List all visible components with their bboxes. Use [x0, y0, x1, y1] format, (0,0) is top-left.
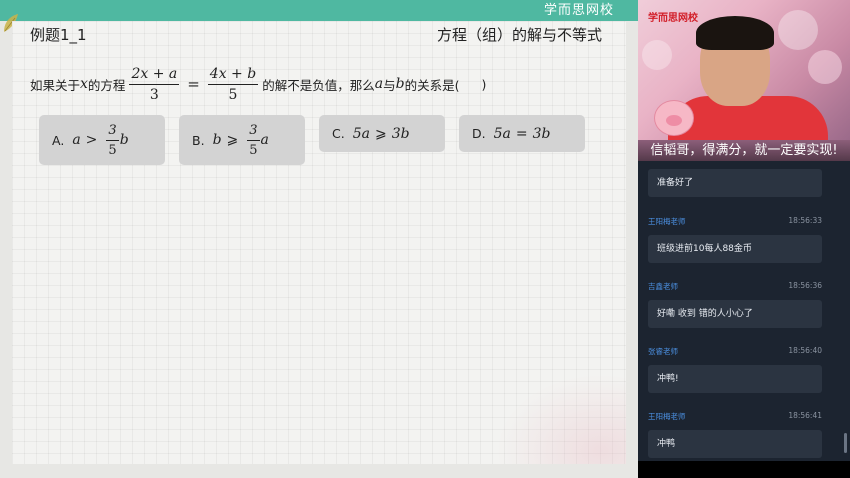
chat-timestamp: 18:56:33 [788, 216, 822, 225]
fraction-left-denominator: 3 [149, 86, 159, 103]
option-c-lhs: 5a [352, 125, 370, 142]
option-a-operator: > [85, 132, 98, 148]
chat-scrollbar[interactable] [844, 433, 847, 453]
option-a[interactable]: A. a > 3 5 b [39, 115, 165, 165]
option-b-denominator: 5 [249, 142, 258, 158]
option-a-denominator: 5 [108, 142, 117, 158]
chat-timestamp: 18:56:36 [788, 281, 822, 290]
chat-message-header: 王阳梅老师 18:56:33 [648, 216, 824, 230]
option-b-operator: ⩾ [226, 132, 239, 148]
chat-sender-name[interactable]: 吉鑫老师 [648, 282, 678, 291]
bottom-bar [638, 461, 850, 478]
teacher-hair [696, 16, 774, 50]
chat-sender-name[interactable]: 王阳梅老师 [648, 412, 686, 421]
option-b[interactable]: B. b ⩾ 3 5 a [179, 115, 305, 165]
chat-message-bubble: 冲鸭 [648, 430, 822, 458]
top-bar: 学而思网校 [0, 0, 638, 21]
video-bubble [642, 40, 672, 70]
chat-message-header: 吉鑫老师 18:56:36 [648, 281, 824, 295]
chat-sender-name[interactable]: 张睿老师 [648, 347, 678, 356]
option-b-label: B. [192, 132, 205, 148]
equals-sign: = [187, 75, 200, 93]
option-b-fraction: 3 5 [247, 123, 260, 158]
option-c-rhs: 3b [391, 125, 410, 142]
option-d-rhs: 3b [532, 125, 551, 142]
video-caption: 信韬哥，得满分，就一定要实现! [638, 140, 850, 161]
question-text: 如果关于 x 的方程 2x + a 3 = 4x + b 5 的解不是负值，那么… [30, 63, 486, 105]
fraction-right-numerator: 4x + b [207, 66, 259, 85]
chat-message-bubble: 准备好了 [648, 169, 822, 197]
option-a-label: A. [52, 132, 65, 148]
chat-message-header: 张睿老师 18:56:40 [648, 346, 824, 360]
option-b-rhs: a [260, 132, 269, 148]
chat-timestamp: 18:56:41 [788, 411, 822, 420]
option-c[interactable]: C. 5a ⩾ 3b [319, 115, 445, 152]
question-prefix: 如果关于 [30, 77, 81, 93]
option-a-lhs: a [72, 132, 81, 148]
option-c-operator: ⩾ [374, 125, 387, 142]
fraction-left-numerator: 2x + a [129, 66, 180, 85]
chat-timestamp: 18:56:40 [788, 346, 822, 355]
option-c-label: C. [332, 126, 345, 141]
slide-board: 例题1_1 方程（组）的解与不等式 如果关于 x 的方程 2x + a 3 = … [12, 21, 626, 464]
fraction-right-denominator: 5 [228, 86, 238, 103]
chat-message-bubble: 冲鸭! [648, 365, 822, 393]
option-d[interactable]: D. 5a = 3b [459, 115, 585, 152]
option-a-numerator: 3 [106, 123, 119, 141]
option-a-fraction: 3 5 [106, 123, 119, 158]
video-bubble [808, 50, 842, 84]
chat-sender-name[interactable]: 王阳梅老师 [648, 217, 686, 226]
example-title: 例题1_1 [30, 26, 87, 44]
chat-panel: 准备好了 王阳梅老师 18:56:33 班级进前10每人88金币 吉鑫老师 18… [638, 161, 850, 461]
option-a-rhs: b [119, 132, 129, 148]
option-d-lhs: 5a [493, 125, 511, 142]
answer-blank-close: ) [481, 76, 487, 92]
question-mid3: 与 [383, 77, 396, 93]
topic-title: 方程（组）的解与不等式 [436, 26, 602, 44]
blossom-decoration [496, 374, 626, 464]
fraction-right: 4x + b 5 [207, 66, 259, 103]
chat-message-bubble: 好嘞 收到 错的人小心了 [648, 300, 822, 328]
question-suffix: 的关系是( [404, 77, 460, 93]
chat-message-bubble: 班级进前10每人88金币 [648, 235, 822, 263]
var-x: x [80, 76, 88, 92]
option-b-numerator: 3 [247, 123, 260, 141]
option-d-label: D. [472, 126, 486, 141]
question-mid2: 的解不是负值，那么 [262, 77, 375, 93]
brand-logo: 学而思网校 [543, 3, 614, 18]
video-logo: 学而思网校 [648, 13, 698, 24]
fraction-left: 2x + a 3 [129, 66, 180, 103]
var-a: a [374, 76, 384, 92]
pig-icon [654, 100, 694, 136]
var-b: b [395, 76, 405, 92]
question-mid1: 的方程 [87, 77, 126, 93]
right-panel: 学而思网校 信韬哥，得满分，就一定要实现! 准备好了 王阳梅老师 18:56:3… [638, 0, 850, 478]
option-b-lhs: b [212, 132, 222, 148]
chat-message-header: 王阳梅老师 18:56:41 [648, 411, 824, 425]
video-bubble [778, 10, 818, 50]
option-d-operator: = [515, 125, 528, 142]
teacher-video[interactable]: 学而思网校 [638, 0, 850, 140]
